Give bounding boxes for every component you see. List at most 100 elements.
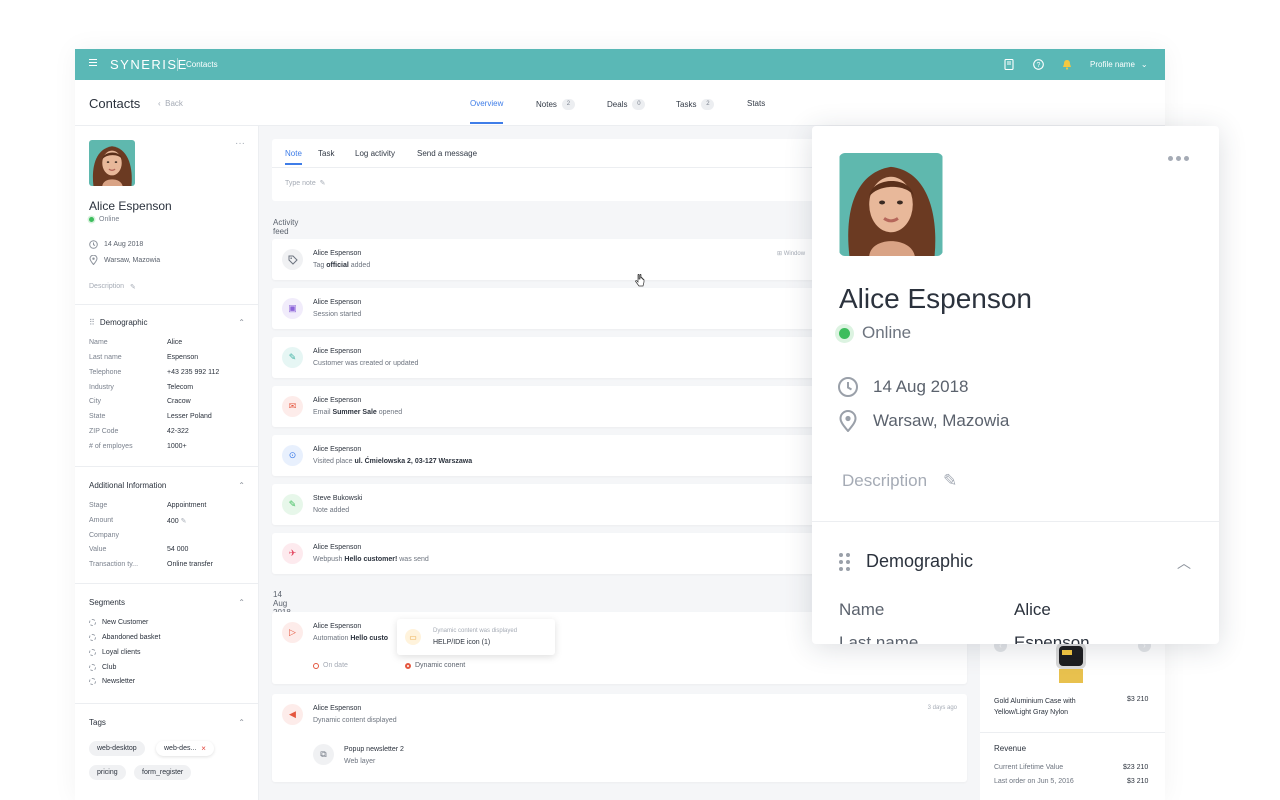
automation-step: On date	[313, 662, 348, 669]
contact-name: Alice Espenson	[89, 199, 172, 213]
note-input[interactable]: Type note ✎	[285, 179, 326, 187]
tag-chip[interactable]: form_register	[134, 765, 192, 780]
section-title: Segments	[89, 598, 126, 607]
segment-item[interactable]: Loyal clients	[89, 649, 141, 656]
field-value[interactable]: +43 235 992 112	[167, 369, 219, 376]
help-icon[interactable]: ?	[1032, 58, 1044, 70]
sub-item-title: Popup newsletter 2	[344, 746, 404, 753]
section-header-segments[interactable]: Segments ⌃	[89, 598, 245, 607]
tag-label: pricing	[97, 769, 118, 776]
composer-tab-send-message[interactable]: Send a message	[417, 149, 477, 158]
tag-chip[interactable]: pricing	[89, 765, 126, 780]
description-field[interactable]: Description ✎	[89, 283, 136, 291]
location-label: Warsaw, Mazowia	[104, 256, 161, 264]
status-indicator: Online	[89, 216, 119, 223]
breadcrumb[interactable]: Contacts	[186, 60, 218, 69]
chevron-up-icon[interactable]: ︿	[1177, 553, 1191, 573]
field-row: Industry Telecom	[89, 384, 249, 391]
chevron-up-icon[interactable]: ⌃	[238, 481, 245, 490]
status-label: Online	[99, 216, 120, 223]
field-value[interactable]: 400 ✎	[167, 517, 187, 525]
location-label: Warsaw, Mazowia	[873, 411, 1010, 430]
tooltip-title: Dynamic content was displayed	[433, 628, 518, 634]
tab-overview[interactable]: Overview	[470, 99, 504, 124]
pencil-icon[interactable]: ✎	[181, 518, 187, 525]
location-row: Warsaw, Mazowia	[837, 410, 1009, 432]
section-header-tags[interactable]: Tags ⌃	[89, 718, 245, 727]
field-value[interactable]: Espenson	[1014, 633, 1090, 644]
note-icon: ✎	[282, 494, 303, 515]
section-header-additional[interactable]: Additional Information ⌃	[89, 481, 245, 490]
tab-notes[interactable]: Notes 2	[536, 99, 575, 110]
section-header-demographic[interactable]: Demographic ︿	[839, 551, 1191, 572]
more-options-icon[interactable]: ···	[235, 138, 245, 149]
field-value[interactable]: Online transfer	[167, 561, 213, 568]
drag-handle-icon[interactable]	[839, 552, 850, 571]
activity-feed-title: Activity feed	[273, 218, 299, 236]
field-value[interactable]: Lesser Poland	[167, 413, 212, 420]
tag-icon	[282, 249, 303, 270]
avatar[interactable]	[89, 140, 135, 186]
book-icon[interactable]	[1003, 58, 1015, 70]
composer-tab-note[interactable]: Note	[285, 149, 302, 165]
remove-tag-icon[interactable]: ×	[201, 744, 206, 753]
automation-step: Dynamic conent	[405, 662, 465, 669]
tag-label: web-des...	[164, 745, 197, 752]
menu-icon[interactable]	[89, 59, 97, 68]
revenue-label: Current Lifetime Value	[994, 764, 1064, 771]
field-label: Transaction ty...	[89, 561, 139, 568]
pencil-icon[interactable]: ✎	[130, 283, 136, 291]
field-value[interactable]: 1000+	[167, 443, 187, 450]
composer-tab-log-activity[interactable]: Log activity	[355, 149, 395, 158]
drag-handle-icon[interactable]: ⠿	[89, 318, 95, 327]
revenue-title: Revenue	[994, 744, 1027, 753]
divider	[75, 304, 259, 305]
product-name[interactable]: Gold Aluminium Case with Yellow/Light Gr…	[994, 696, 1104, 718]
profile-menu[interactable]: Profile name ⌄	[1090, 60, 1148, 69]
revenue-label: Last order on Jun 5, 2016	[994, 778, 1074, 785]
tab-stats[interactable]: Stats	[747, 99, 765, 108]
segment-item[interactable]: Newsletter	[89, 678, 135, 685]
chevron-up-icon[interactable]: ⌃	[238, 718, 245, 727]
segment-item[interactable]: Abandoned basket	[89, 634, 160, 641]
session-icon: ▣	[282, 298, 303, 319]
field-label: Industry	[89, 384, 114, 391]
date-label: 14 Aug 2018	[873, 377, 969, 396]
field-value[interactable]: Espenson	[167, 354, 198, 361]
field-row: Last name Espenson	[89, 354, 249, 361]
feed-item[interactable]: ◀ Alice Espenson Dynamic content display…	[272, 694, 967, 782]
field-value[interactable]: 42-322	[167, 428, 189, 435]
field-value[interactable]: Telecom	[167, 384, 193, 391]
field-value[interactable]: Cracow	[167, 398, 191, 405]
clock-icon	[89, 240, 98, 249]
tab-deals[interactable]: Deals 0	[607, 99, 646, 110]
tag-chip[interactable]: web-desktop	[89, 741, 145, 756]
field-value[interactable]: Alice	[167, 339, 182, 346]
description-field[interactable]: Description ✎	[842, 471, 957, 491]
back-link[interactable]: ‹ Back	[158, 99, 183, 108]
tag-chip[interactable]: web-des... ×	[156, 741, 214, 756]
more-options-icon[interactable]	[1168, 156, 1189, 161]
description-label: Description	[842, 471, 928, 490]
composer-tab-task[interactable]: Task	[318, 149, 334, 158]
bell-icon[interactable]	[1061, 58, 1073, 70]
tab-tasks[interactable]: Tasks 2	[676, 99, 715, 110]
field-row: Value 54 000	[89, 546, 249, 553]
amount-value: 400	[167, 518, 179, 525]
field-value[interactable]: Alice	[1014, 600, 1051, 620]
chevron-up-icon[interactable]: ⌃	[238, 318, 245, 327]
avatar[interactable]	[839, 153, 943, 256]
pencil-icon[interactable]: ✎	[943, 471, 957, 491]
segment-label: New Customer	[102, 619, 149, 626]
field-value[interactable]: 54 000	[167, 546, 188, 553]
feed-highlight: official	[326, 262, 349, 269]
field-value[interactable]: Appointment	[167, 502, 206, 509]
page-title: Contacts	[89, 96, 141, 111]
segment-item[interactable]: Club	[89, 664, 116, 671]
feed-text: Webpush Hello customer! was send	[313, 556, 429, 563]
field-label: Company	[89, 532, 119, 539]
section-header-demographic[interactable]: ⠿ Demographic ⌃	[89, 318, 245, 327]
webpush-icon: ✈	[282, 543, 303, 564]
segment-item[interactable]: New Customer	[89, 619, 148, 626]
chevron-up-icon[interactable]: ⌃	[238, 598, 245, 607]
